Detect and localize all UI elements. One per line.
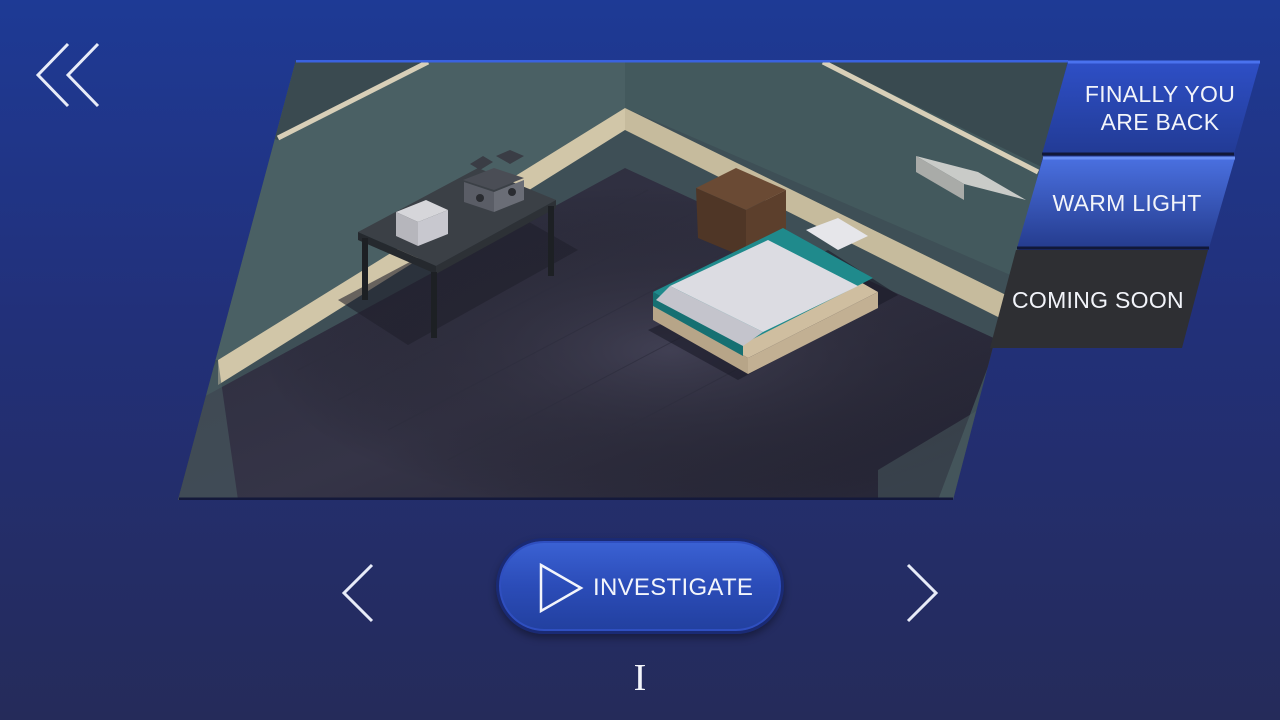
- level-tab-label: WARM LIGHT: [1052, 190, 1202, 216]
- page-indicator: I: [633, 657, 647, 699]
- level-preview-image: [178, 60, 1068, 500]
- back-button[interactable]: [30, 38, 110, 118]
- chevron-right-icon: [906, 563, 939, 623]
- level-tab-warm-light[interactable]: WARM LIGHT: [1015, 156, 1237, 250]
- previous-level-button[interactable]: [336, 562, 378, 624]
- play-icon: [539, 562, 584, 614]
- next-level-button[interactable]: [902, 562, 944, 624]
- level-tab-coming-soon[interactable]: COMING SOON: [988, 250, 1210, 348]
- investigate-label: INVESTIGATE: [593, 574, 754, 601]
- double-chevron-left-icon: [35, 42, 100, 108]
- level-tab-label: FINALLY YOU ARE BACK: [1084, 81, 1236, 135]
- investigate-button[interactable]: INVESTIGATE: [496, 538, 784, 634]
- level-tab-label: COMING SOON: [1012, 287, 1184, 313]
- chevron-left-icon: [341, 563, 374, 623]
- level-tab-finally-you-are-back[interactable]: FINALLY YOU ARE BACK: [1040, 60, 1262, 156]
